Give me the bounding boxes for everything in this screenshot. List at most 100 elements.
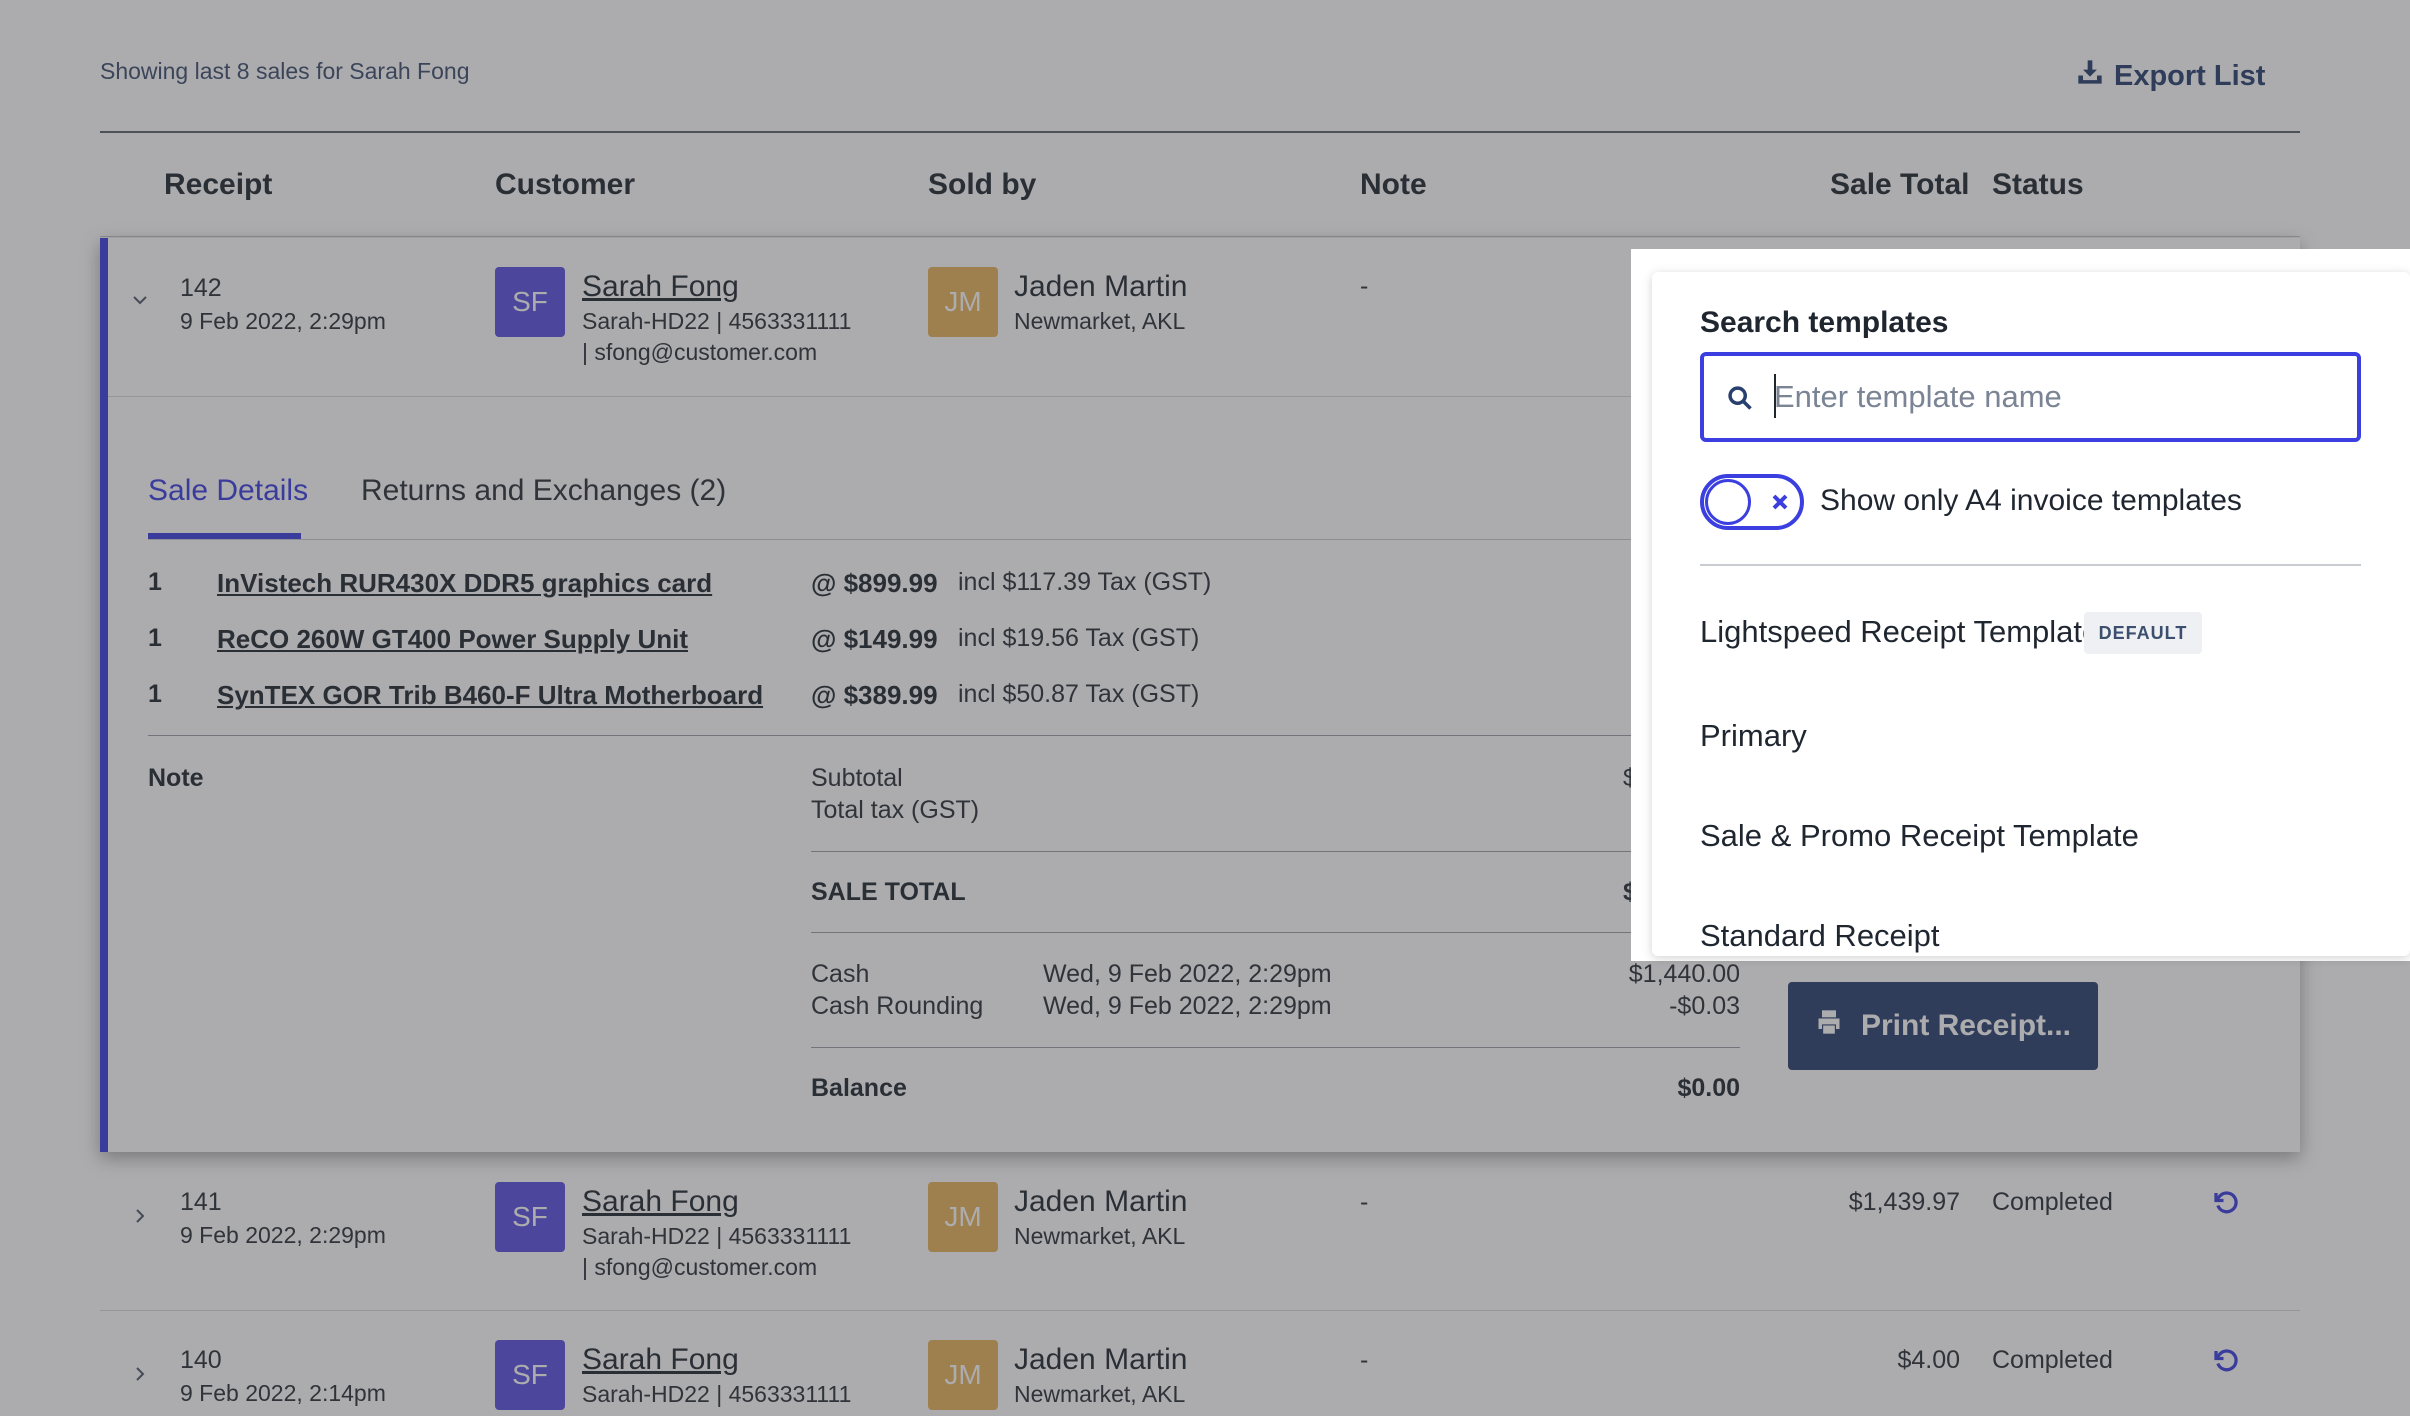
tab-sale-details[interactable]: Sale Details <box>148 474 308 508</box>
seller-location: Newmarket, AKL <box>1014 1381 1186 1407</box>
customer-contact-line1: Sarah-HD22 | 4563331111 <box>582 1223 852 1249</box>
payment-date: Wed, 9 Feb 2022, 2:29pm <box>1043 992 1332 1020</box>
template-item[interactable]: Standard Receipt <box>1700 918 1940 954</box>
column-header-note[interactable]: Note <box>1360 168 1427 202</box>
sale-total: $1,439.97 <box>1848 1188 1960 1216</box>
payment-method: Cash Rounding <box>811 992 984 1020</box>
receipt-number: 141 <box>180 1188 222 1216</box>
seller-name: Jaden Martin <box>1014 270 1188 303</box>
line-item-qty: 1 <box>148 624 162 652</box>
line-item-price: @ $149.99 <box>811 624 938 654</box>
customer-name-link[interactable]: Sarah Fong <box>582 1185 739 1219</box>
showing-summary: Showing last 8 sales for Sarah Fong <box>100 58 470 84</box>
divider <box>1700 564 2361 566</box>
default-badge: DEFAULT <box>2084 612 2202 654</box>
line-item-qty: 1 <box>148 568 162 596</box>
template-item[interactable]: Primary <box>1700 718 1807 754</box>
receipt-number: 142 <box>180 274 222 302</box>
divider <box>811 851 1740 852</box>
total-tax-label: Total tax (GST) <box>811 796 980 824</box>
template-picker-popup: Search templates Show only A4 invoice te… <box>1652 272 2410 956</box>
sale-status: Completed <box>1992 1188 2113 1216</box>
divider <box>148 735 1740 736</box>
seller-avatar: JM <box>928 1182 998 1252</box>
receipt-date: 9 Feb 2022, 2:29pm <box>180 308 386 334</box>
receipt-date: 9 Feb 2022, 2:14pm <box>180 1380 386 1406</box>
chevron-right-icon[interactable] <box>128 1362 152 1386</box>
line-item-tax: incl $19.56 Tax (GST) <box>958 624 1200 652</box>
chevron-down-icon[interactable] <box>128 288 152 312</box>
sale-status: Completed <box>1992 1346 2113 1374</box>
a4-only-toggle-label: Show only A4 invoice templates <box>1820 484 2242 517</box>
template-item[interactable]: Sale & Promo Receipt Template <box>1700 818 2139 854</box>
line-item-product-link[interactable]: InVistech RUR430X DDR5 graphics card <box>217 568 712 599</box>
line-item-product-link[interactable]: SynTEX GOR Trib B460-F Ultra Motherboard <box>217 680 763 711</box>
line-item-tax: incl $117.39 Tax (GST) <box>958 568 1212 596</box>
export-list-button[interactable]: Export List <box>2076 56 2265 96</box>
customer-name-link[interactable]: Sarah Fong <box>582 1343 739 1377</box>
seller-avatar: JM <box>928 1340 998 1410</box>
note-label: Note <box>148 764 204 792</box>
undo-icon[interactable] <box>2211 1346 2241 1376</box>
print-receipt-button[interactable]: Print Receipt... <box>1788 982 2098 1070</box>
popup-title: Search templates <box>1700 306 1949 339</box>
sale-total-label: SALE TOTAL <box>811 878 966 906</box>
template-item[interactable]: Lightspeed Receipt Template <box>1700 614 2099 650</box>
balance-label: Balance <box>811 1074 907 1102</box>
divider <box>811 932 1740 933</box>
chevron-right-icon[interactable] <box>128 1204 152 1228</box>
receipt-date: 9 Feb 2022, 2:29pm <box>180 1222 386 1248</box>
column-header-sale-total[interactable]: Sale Total <box>1830 168 1969 202</box>
selection-accent-bar <box>100 238 108 1152</box>
sale-note: - <box>1360 1346 1369 1374</box>
payment-method: Cash <box>811 960 870 988</box>
line-item-tax: incl $50.87 Tax (GST) <box>958 680 1200 708</box>
customer-avatar: SF <box>495 1340 565 1410</box>
print-receipt-label: Print Receipt... <box>1860 1009 2072 1042</box>
export-list-label: Export List <box>2114 59 2266 92</box>
seller-location: Newmarket, AKL <box>1014 308 1186 334</box>
close-icon <box>1768 490 1792 514</box>
payment-amount: $1,440.00 <box>1628 960 1740 988</box>
line-item-price: @ $389.99 <box>811 680 938 710</box>
customer-contact-line2: | sfong@customer.com <box>582 339 818 365</box>
column-header-receipt[interactable]: Receipt <box>164 168 272 202</box>
payment-date: Wed, 9 Feb 2022, 2:29pm <box>1043 960 1332 988</box>
column-header-status[interactable]: Status <box>1992 168 2084 202</box>
line-item-qty: 1 <box>148 680 162 708</box>
search-icon <box>1726 384 1754 412</box>
column-header-customer[interactable]: Customer <box>495 168 635 202</box>
toggle-knob <box>1705 479 1751 525</box>
undo-icon[interactable] <box>2211 1188 2241 1218</box>
divider <box>811 1047 1740 1048</box>
divider <box>100 236 2300 237</box>
customer-name-link[interactable]: Sarah Fong <box>582 270 739 304</box>
sale-note: - <box>1360 272 1369 300</box>
customer-contact-line1: Sarah-HD22 | 4563331111 <box>582 308 852 334</box>
seller-name: Jaden Martin <box>1014 1185 1188 1218</box>
text-cursor <box>1774 374 1776 418</box>
divider <box>100 131 2300 133</box>
line-item-product-link[interactable]: ReCO 260W GT400 Power Supply Unit <box>217 624 688 655</box>
seller-avatar: JM <box>928 267 998 337</box>
customer-avatar: SF <box>495 267 565 337</box>
tab-returns-and-exchanges[interactable]: Returns and Exchanges (2) <box>361 474 726 508</box>
template-search-input[interactable] <box>1774 370 2344 424</box>
customer-contact-line1: Sarah-HD22 | 4563331111 <box>582 1381 852 1407</box>
sales-history-page: Showing last 8 sales for Sarah Fong Expo… <box>0 0 2410 1416</box>
line-item-price: @ $899.99 <box>811 568 938 598</box>
a4-only-toggle[interactable] <box>1700 474 1804 530</box>
payment-amount: -$0.03 <box>1669 992 1740 1020</box>
seller-name: Jaden Martin <box>1014 1343 1188 1376</box>
printer-icon <box>1815 1008 1843 1044</box>
template-search-box[interactable] <box>1700 352 2361 442</box>
customer-contact-line2: | sfong@customer.com <box>582 1254 818 1280</box>
divider <box>100 1310 2300 1311</box>
balance-value: $0.00 <box>1677 1074 1740 1102</box>
sale-total: $4.00 <box>1897 1346 1960 1374</box>
sale-note: - <box>1360 1188 1369 1216</box>
subtotal-label: Subtotal <box>811 764 903 792</box>
customer-avatar: SF <box>495 1182 565 1252</box>
download-icon <box>2076 58 2104 94</box>
column-header-sold-by[interactable]: Sold by <box>928 168 1036 202</box>
